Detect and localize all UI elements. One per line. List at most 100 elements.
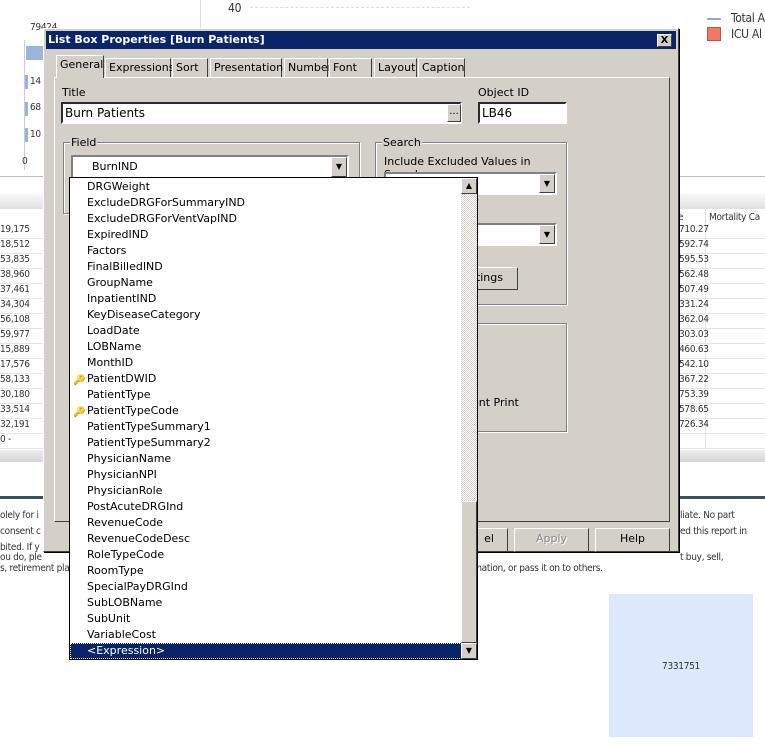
list-item[interactable]: VariableCost bbox=[70, 627, 462, 643]
list-item[interactable]: ExpiredIND bbox=[70, 227, 462, 243]
table-cell: 562.48 bbox=[679, 269, 709, 280]
table-cell: 0 - bbox=[0, 434, 11, 445]
list-item[interactable]: RoleTypeCode bbox=[70, 547, 462, 563]
list-item-label: <Expression> bbox=[87, 644, 166, 657]
axis-label: 10 bbox=[30, 129, 41, 140]
list-item[interactable]: 🔑 PatientTypeCode bbox=[70, 403, 462, 419]
field-group-title: Field bbox=[70, 136, 98, 149]
list-item-label: ExcludeDRGForVentVapIND bbox=[87, 212, 237, 225]
tab-layout[interactable]: Layout bbox=[374, 58, 417, 77]
legend-label: Total A bbox=[731, 11, 765, 25]
list-item[interactable]: PatientTypeSummary2 bbox=[70, 435, 462, 451]
list-item[interactable]: FinalBilledIND bbox=[70, 259, 462, 275]
table-cell: 38,960 bbox=[0, 269, 30, 280]
table-cell: 710.27 bbox=[679, 224, 709, 235]
table-cell: 59,977 bbox=[0, 329, 30, 340]
chevron-down-icon[interactable]: ▼ bbox=[539, 174, 555, 193]
table-cell: 592.74 bbox=[679, 239, 709, 250]
list-item-label: PhysicianRole bbox=[87, 484, 163, 497]
list-item-label: InpatientIND bbox=[87, 292, 157, 305]
list-item[interactable]: LOBName bbox=[70, 339, 462, 355]
field-select[interactable]: BurnIND ▼ bbox=[71, 155, 349, 179]
table-cell: 18,512 bbox=[0, 239, 30, 250]
list-item-label: PostAcuteDRGInd bbox=[87, 500, 184, 513]
list-item-label: LoadDate bbox=[87, 324, 140, 337]
list-item[interactable]: PhysicianRole bbox=[70, 483, 462, 499]
list-item-label: LOBName bbox=[87, 340, 142, 353]
chevron-down-icon[interactable]: ▼ bbox=[331, 157, 347, 177]
scroll-down-icon[interactable]: ▼ bbox=[461, 643, 477, 659]
list-item[interactable]: LoadDate bbox=[70, 323, 462, 339]
list-item[interactable]: KeyDiseaseCategory bbox=[70, 307, 462, 323]
dialog-titlebar[interactable]: List Box Properties [Burn Patients] X bbox=[46, 31, 676, 49]
close-icon: X bbox=[660, 35, 669, 46]
legend-line-swatch bbox=[707, 18, 721, 20]
list-item[interactable]: PatientTypeSummary1 bbox=[70, 419, 462, 435]
tab-presentation[interactable]: Presentation bbox=[210, 58, 283, 77]
disclaimer-text: ou do, ple bbox=[0, 552, 42, 563]
list-item[interactable]: Factors bbox=[70, 243, 462, 259]
list-item[interactable]: SpecialPayDRGInd bbox=[70, 579, 462, 595]
kpi-box: 7331751 bbox=[609, 594, 753, 737]
table-cell: 303.03 bbox=[679, 329, 709, 340]
axis-label: 14 bbox=[30, 76, 41, 87]
list-item[interactable]: <Expression> bbox=[70, 643, 462, 659]
list-item[interactable]: RoomType bbox=[70, 563, 462, 579]
list-item[interactable]: GroupName bbox=[70, 275, 462, 291]
tab-number[interactable]: Number bbox=[284, 58, 332, 77]
table-cell: 542.10 bbox=[679, 359, 709, 370]
apply-button[interactable]: Apply bbox=[514, 528, 589, 552]
list-item-label: FinalBilledIND bbox=[87, 260, 163, 273]
list-item[interactable]: 🔑 PatientDWID bbox=[70, 371, 462, 387]
close-button[interactable]: X bbox=[657, 34, 672, 47]
scrollbar-thumb[interactable] bbox=[461, 501, 477, 643]
tab-caption[interactable]: Caption bbox=[418, 58, 465, 77]
list-item[interactable]: RevenueCode bbox=[70, 515, 462, 531]
field-select-value: BurnIND bbox=[92, 160, 138, 173]
scroll-up-icon[interactable]: ▲ bbox=[461, 178, 477, 194]
list-item[interactable]: SubLOBName bbox=[70, 595, 462, 611]
title-input[interactable]: Burn Patients bbox=[61, 102, 462, 124]
list-item[interactable]: PhysicianNPI bbox=[70, 467, 462, 483]
ellipsis-icon: ... bbox=[449, 106, 459, 117]
list-item[interactable]: PostAcuteDRGInd bbox=[70, 499, 462, 515]
list-item[interactable]: InpatientIND bbox=[70, 291, 462, 307]
print-option-label: ent Print bbox=[472, 396, 519, 409]
list-item[interactable]: ExcludeDRGForVentVapIND bbox=[70, 211, 462, 227]
chevron-down-icon[interactable]: ▼ bbox=[539, 225, 555, 244]
tab-general[interactable]: General bbox=[56, 55, 104, 78]
scrollbar[interactable]: ▲ ▼ bbox=[461, 178, 477, 659]
field-dropdown-list[interactable]: DRGWeight ExcludeDRGForSummaryIND ExcludeD… bbox=[69, 177, 478, 660]
list-item[interactable]: SubUnit bbox=[70, 611, 462, 627]
tab-expressions[interactable]: Expressions bbox=[105, 58, 174, 77]
axis-label: 0 bbox=[22, 156, 28, 167]
list-item[interactable]: RevenueCodeDesc bbox=[70, 531, 462, 547]
tab-sort[interactable]: Sort bbox=[172, 58, 208, 77]
table-cell: 362.04 bbox=[679, 314, 709, 325]
list-item-label: MonthID bbox=[87, 356, 134, 369]
help-button-label: Help bbox=[619, 532, 646, 545]
disclaimer-text: ed this report in bbox=[680, 526, 747, 537]
list-item[interactable]: PhysicianName bbox=[70, 451, 462, 467]
list-item-label: DRGWeight bbox=[87, 180, 150, 193]
table-cell: 34,304 bbox=[0, 299, 30, 310]
disclaimer-text: olely for i bbox=[0, 510, 39, 521]
table-cell: 595.53 bbox=[679, 254, 709, 265]
table-cell: 331.24 bbox=[679, 299, 709, 310]
list-item[interactable]: DRGWeight bbox=[70, 179, 462, 195]
object-id-input[interactable]: LB46 bbox=[478, 102, 567, 124]
table-cell: 56,108 bbox=[0, 314, 30, 325]
title-expression-button[interactable]: ... bbox=[447, 104, 461, 122]
tab-font[interactable]: Font bbox=[329, 58, 372, 77]
legend-swatch bbox=[707, 27, 721, 41]
list-item-label: PatientType bbox=[87, 388, 151, 401]
table-cell: 753.39 bbox=[679, 389, 709, 400]
help-button[interactable]: Help bbox=[595, 528, 670, 552]
list-item[interactable]: ExcludeDRGForSummaryIND bbox=[70, 195, 462, 211]
list-item[interactable]: MonthID bbox=[70, 355, 462, 371]
list-item[interactable]: PatientType bbox=[70, 387, 462, 403]
list-item-label: GroupName bbox=[87, 276, 153, 289]
table-cell: 19,175 bbox=[0, 224, 30, 235]
search-group-title: Search bbox=[382, 136, 422, 149]
dialog-title: List Box Properties [Burn Patients] bbox=[48, 33, 265, 46]
